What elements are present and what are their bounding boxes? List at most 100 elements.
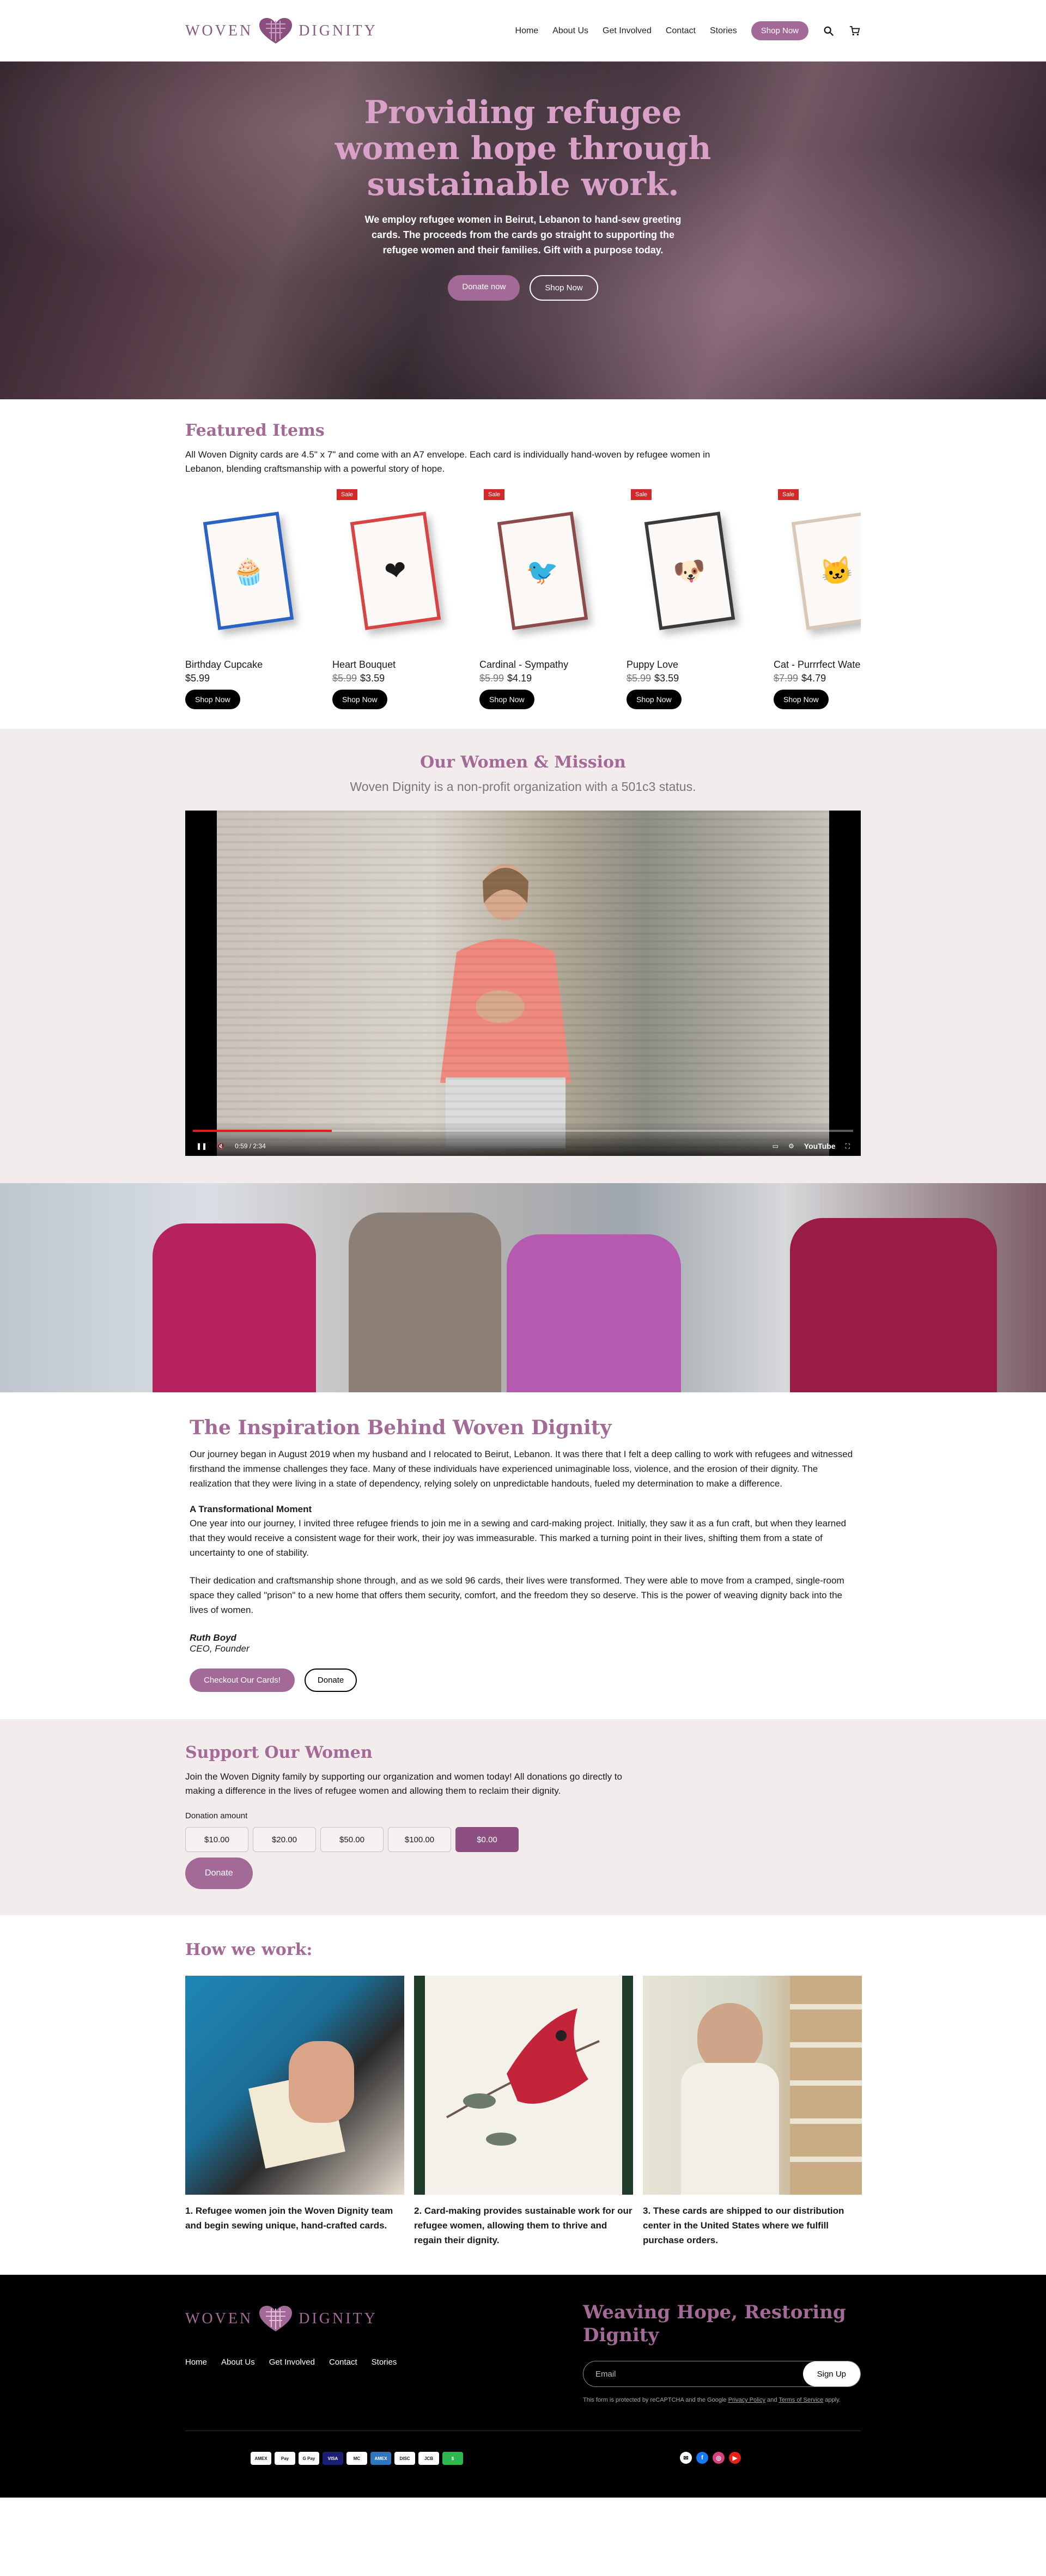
footer-logo-text-left: WOVEN xyxy=(185,2310,253,2327)
checkout-cards-button[interactable]: Checkout Our Cards! xyxy=(190,1668,295,1692)
footer-logo[interactable]: WOVEN DIGNITY xyxy=(185,2305,397,2333)
product-card[interactable]: Sale 🐶 Puppy Love $5.99 $3.59 Shop Now xyxy=(627,489,753,709)
video-frame xyxy=(217,811,829,1156)
nav-get-involved[interactable]: Get Involved xyxy=(603,26,652,36)
mission-title: Our Women & Mission xyxy=(420,753,626,772)
youtube-icon[interactable]: ▶ xyxy=(729,2452,741,2464)
support-text: Join the Woven Dignity family by support… xyxy=(185,1771,622,1796)
inspiration-paragraph-3: Their dedication and craftsmanship shone… xyxy=(190,1575,844,1615)
product-card[interactable]: Sale ❤ Heart Bouquet $5.99 $3.59 Shop Now xyxy=(332,489,459,709)
product-name[interactable]: Heart Bouquet xyxy=(332,659,459,671)
step-1-text: 1. Refugee women join the Woven Dignity … xyxy=(185,2206,393,2231)
header-shop-now-button[interactable]: Shop Now xyxy=(751,21,808,40)
donation-amount-option[interactable]: $0.00 xyxy=(455,1827,519,1852)
product-price: $5.99 $4.19 xyxy=(479,673,606,684)
signup-button[interactable]: Sign Up xyxy=(802,2361,860,2386)
product-shop-now-button[interactable]: Shop Now xyxy=(185,690,240,709)
current-price: $4.79 xyxy=(801,673,826,684)
product-shop-now-button[interactable]: Shop Now xyxy=(627,690,682,709)
site-footer: WOVEN DIGNITY Home About Us Get Involved… xyxy=(0,2275,1046,2498)
social-links: ✉ f ◎ ▶ xyxy=(680,2452,741,2465)
main-nav: Home About Us Get Involved Contact Stori… xyxy=(515,21,861,40)
featured-description: All Woven Dignity cards are 4.5" x 7" an… xyxy=(185,449,710,474)
inspiration-paragraph-2: One year into our journey, I invited thr… xyxy=(190,1518,847,1558)
heart-logo-icon xyxy=(259,17,293,44)
sale-badge: Sale xyxy=(631,489,652,500)
product-card[interactable]: Sale 🐦 Cardinal - Sympathy $5.99 $4.19 Shop N… xyxy=(479,489,606,709)
support-title: Support Our Women xyxy=(185,1743,373,1762)
mission-subtitle: Woven Dignity is a non-profit organizati… xyxy=(350,780,696,794)
product-name[interactable]: Cat - Purrrfect Wate xyxy=(774,659,861,671)
product-image[interactable]: 🧁 xyxy=(185,489,312,653)
hero-donate-button[interactable]: Donate now xyxy=(448,275,520,301)
support-donate-button[interactable]: Donate xyxy=(185,1858,253,1889)
email-icon[interactable]: ✉ xyxy=(680,2452,692,2464)
sewing-photo xyxy=(185,1976,404,2195)
product-name[interactable]: Puppy Love xyxy=(627,659,753,671)
privacy-policy-link[interactable]: Privacy Policy xyxy=(728,2397,765,2403)
speaker-figure xyxy=(440,864,571,1148)
product-list: 🧁 Birthday Cupcake $5.99 Shop Now Sale ❤ Heart… xyxy=(185,489,861,709)
card-picture-icon: 🐦 xyxy=(497,511,588,630)
inspiration-donate-button[interactable]: Donate xyxy=(304,1668,357,1692)
settings-icon[interactable]: ⚙ xyxy=(788,1142,794,1150)
recaptcha-notice: This form is protected by reCAPTCHA and … xyxy=(583,2397,841,2403)
site-logo[interactable]: WOVEN DIGNITY xyxy=(185,17,378,45)
product-image[interactable]: Sale 🐱 xyxy=(774,489,861,653)
youtube-logo[interactable]: YouTube xyxy=(804,1142,836,1150)
donation-amount-option[interactable]: $10.00 xyxy=(185,1827,248,1852)
current-price: $3.59 xyxy=(654,673,679,684)
terms-of-service-link[interactable]: Terms of Service xyxy=(779,2397,823,2403)
product-image[interactable]: Sale 🐶 xyxy=(627,489,753,653)
donation-amount-option[interactable]: $20.00 xyxy=(253,1827,316,1852)
footer-nav-get-involved[interactable]: Get Involved xyxy=(269,2358,315,2367)
nav-home[interactable]: Home xyxy=(515,26,539,36)
payment-method-icon: JCB xyxy=(418,2452,439,2465)
mission-video-player[interactable]: ❚❚ 🔇 0:59 / 2:34 ▭ ⚙ YouTube ⛶ xyxy=(185,811,861,1156)
sale-badge: Sale xyxy=(778,489,799,500)
instagram-icon[interactable]: ◎ xyxy=(713,2452,725,2464)
donation-amount-option[interactable]: $100.00 xyxy=(388,1827,451,1852)
footer-nav-about-us[interactable]: About Us xyxy=(221,2358,255,2367)
product-shop-now-button[interactable]: Shop Now xyxy=(479,690,534,709)
card-picture-icon: ❤ xyxy=(350,511,441,630)
product-shop-now-button[interactable]: Shop Now xyxy=(774,690,829,709)
donation-amount-option[interactable]: $50.00 xyxy=(320,1827,384,1852)
how-we-work-section: How we work: 1. Refugee women join the W… xyxy=(0,1915,1046,2275)
featured-title: Featured Items xyxy=(185,421,325,440)
nav-about-us[interactable]: About Us xyxy=(552,26,588,36)
signature-title: CEO, Founder xyxy=(190,1643,250,1654)
current-price: $5.99 xyxy=(185,673,210,684)
product-shop-now-button[interactable]: Shop Now xyxy=(332,690,387,709)
payment-method-icon: DISC xyxy=(394,2452,415,2465)
logo-text-left: WOVEN xyxy=(185,22,253,39)
mute-icon[interactable]: 🔇 xyxy=(217,1142,225,1150)
logo-text-right: DIGNITY xyxy=(299,22,378,39)
product-image[interactable]: Sale 🐦 xyxy=(479,489,606,653)
product-card[interactable]: Sale 🐱 Cat - Purrrfect Wate $7.99 $4.79 Shop … xyxy=(774,489,861,709)
support-section: Support Our Women Join the Woven Dignity… xyxy=(0,1719,1046,1915)
footer-nav-contact[interactable]: Contact xyxy=(329,2358,357,2367)
product-name[interactable]: Birthday Cupcake xyxy=(185,659,312,671)
product-name[interactable]: Cardinal - Sympathy xyxy=(479,659,606,671)
fullscreen-icon[interactable]: ⛶ xyxy=(846,1142,850,1150)
footer-nav-home[interactable]: Home xyxy=(185,2358,207,2367)
step-card: 3. These cards are shipped to our distri… xyxy=(643,1976,862,2248)
nav-contact[interactable]: Contact xyxy=(666,26,696,36)
captions-icon[interactable]: ▭ xyxy=(773,1142,779,1150)
search-icon[interactable] xyxy=(823,25,835,37)
product-card[interactable]: 🧁 Birthday Cupcake $5.99 Shop Now xyxy=(185,489,312,709)
hero-title: Providing refugee women hope through sus… xyxy=(335,94,711,203)
inspiration-paragraph-1: Our journey began in August 2019 when my… xyxy=(190,1449,853,1489)
hero-shop-button[interactable]: Shop Now xyxy=(530,275,598,301)
facebook-icon[interactable]: f xyxy=(696,2452,708,2464)
product-image[interactable]: Sale ❤ xyxy=(332,489,459,653)
distribution-center-photo xyxy=(643,1976,862,2195)
nav-stories[interactable]: Stories xyxy=(710,26,737,36)
video-progress-bar[interactable] xyxy=(193,1130,853,1132)
pause-icon[interactable]: ❚❚ xyxy=(196,1142,207,1150)
donation-amount-label: Donation amount xyxy=(185,1811,248,1820)
email-input[interactable]: Email xyxy=(595,2370,616,2379)
footer-nav-stories[interactable]: Stories xyxy=(372,2358,397,2367)
cart-icon[interactable] xyxy=(849,25,861,37)
